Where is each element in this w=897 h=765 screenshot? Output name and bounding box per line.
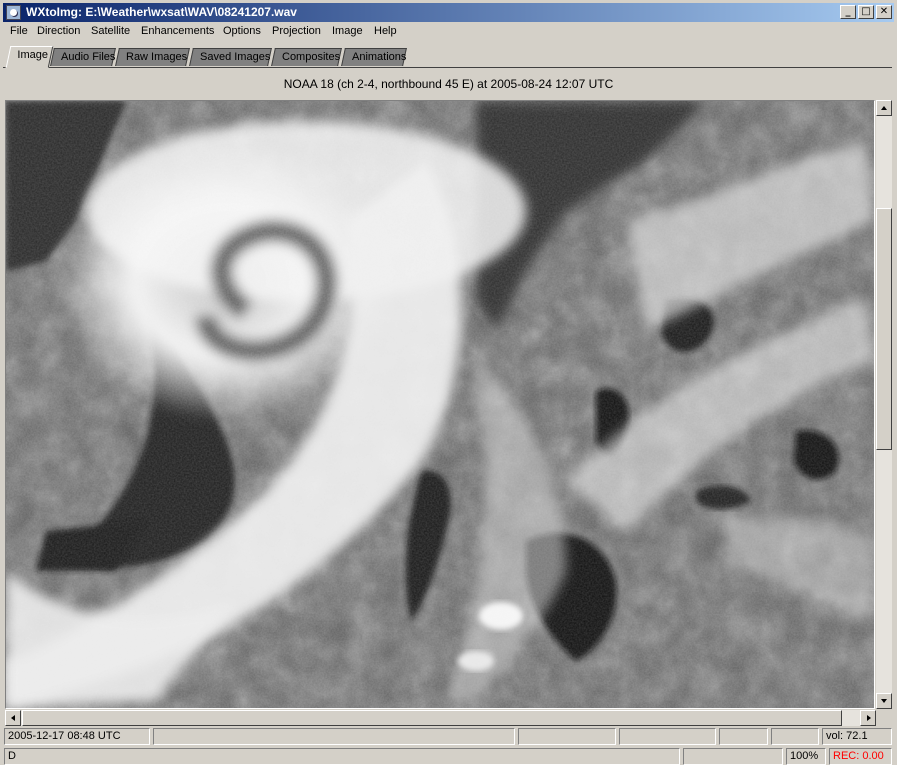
minimize-button[interactable]: _: [840, 5, 856, 19]
scroll-left-button[interactable]: [5, 710, 21, 726]
horizontal-scrollbar[interactable]: [5, 710, 876, 726]
vertical-scroll-thumb[interactable]: [876, 208, 892, 450]
tab-audio-files[interactable]: Audio Files: [50, 48, 116, 66]
tab-strip: Image Audio Files Raw Images Saved Image…: [3, 44, 894, 68]
tab-label: Animations: [352, 51, 407, 63]
tab-label: Raw Images: [126, 51, 188, 63]
scroll-up-button[interactable]: [876, 100, 892, 116]
status-panel-4: [619, 728, 716, 745]
status-panel-5: [719, 728, 768, 745]
menu-image[interactable]: Image: [332, 25, 363, 37]
arrow-right-icon: [867, 715, 871, 721]
menu-projection[interactable]: Projection: [272, 25, 321, 37]
image-caption: NOAA 18 (ch 2-4, northbound 45 E) at 200…: [283, 77, 614, 91]
tab-image[interactable]: Image: [5, 46, 54, 68]
scroll-right-button[interactable]: [860, 710, 876, 726]
status-zoom: 100%: [786, 748, 826, 765]
menu-satellite[interactable]: Satellite: [91, 25, 130, 37]
status-datetime: 2005-12-17 08:48 UTC: [4, 728, 150, 745]
status-panel-b2: [683, 748, 783, 765]
menu-enhancements[interactable]: Enhancements: [141, 25, 214, 37]
arrow-left-icon: [11, 715, 15, 721]
window-title: WXtoImg: E:\Weather\wxsat\WAV\08241207.w…: [26, 5, 297, 19]
close-button[interactable]: ✕: [876, 5, 892, 19]
title-bar[interactable]: WXtoImg: E:\Weather\wxsat\WAV\08241207.w…: [3, 3, 894, 22]
maximize-button[interactable]: □: [858, 5, 874, 19]
tab-raw-images[interactable]: Raw Images: [115, 48, 190, 66]
tab-label: Audio Files: [61, 51, 116, 63]
wxtoimg-window: WXtoImg: E:\Weather\wxsat\WAV\08241207.w…: [0, 0, 897, 765]
satellite-image-render: [6, 101, 874, 708]
tab-label: Saved Images: [200, 51, 271, 63]
tab-saved-images[interactable]: Saved Images: [189, 48, 272, 66]
status-rec: REC: 0.00: [829, 748, 892, 765]
scrollbar-corner: [876, 710, 892, 726]
status-message: D: [4, 748, 680, 765]
vertical-scrollbar[interactable]: [876, 100, 892, 709]
horizontal-scroll-thumb[interactable]: [22, 710, 842, 726]
tab-divider: [3, 67, 892, 68]
tab-composites[interactable]: Composites: [271, 48, 342, 66]
menu-file[interactable]: File: [10, 25, 28, 37]
app-icon[interactable]: [6, 5, 21, 20]
tab-label: Image: [17, 49, 49, 61]
menu-bar: File Direction Satellite Enhancements Op…: [3, 22, 894, 42]
arrow-up-icon: [881, 106, 887, 110]
status-panel-6: [771, 728, 819, 745]
status-panel-3: [518, 728, 616, 745]
menu-options[interactable]: Options: [223, 25, 261, 37]
menu-help[interactable]: Help: [374, 25, 397, 37]
arrow-down-icon: [881, 699, 887, 703]
scroll-down-button[interactable]: [876, 693, 892, 709]
menu-direction[interactable]: Direction: [37, 25, 80, 37]
status-panel-2: [153, 728, 515, 745]
tab-label: Composites: [282, 51, 341, 63]
status-volume: vol: 72.1: [822, 728, 892, 745]
satellite-image[interactable]: [5, 100, 875, 709]
tab-animations[interactable]: Animations: [341, 48, 407, 66]
